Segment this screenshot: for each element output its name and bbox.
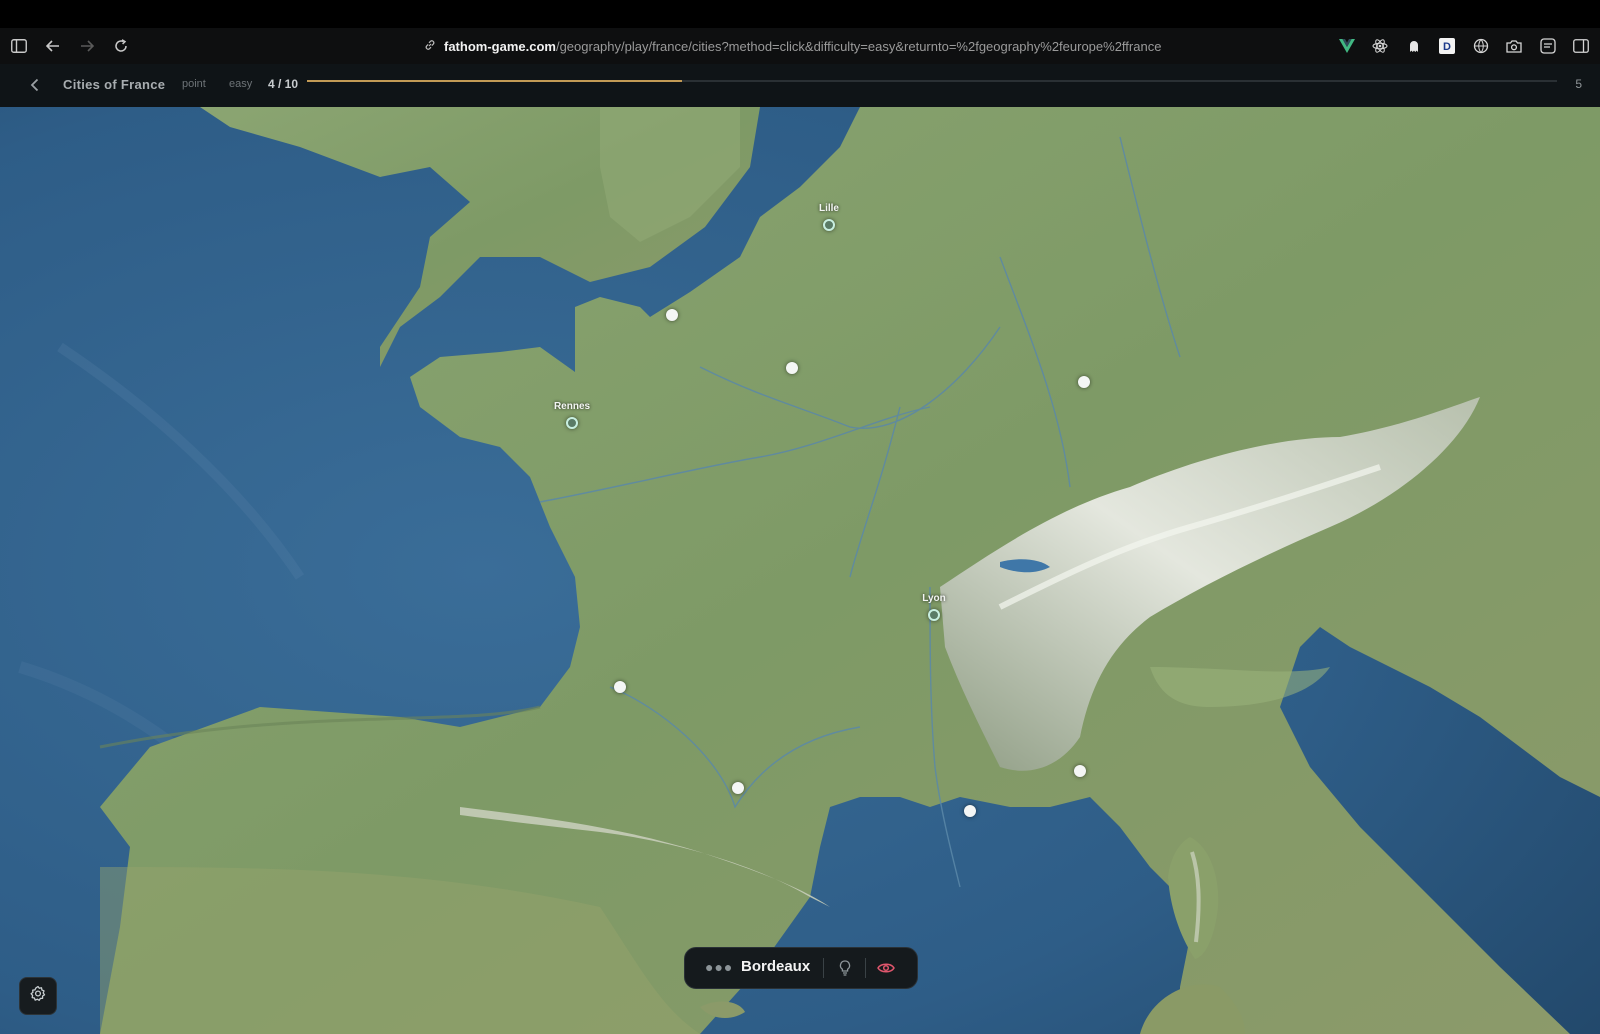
city-marker[interactable] — [786, 362, 798, 374]
quiz-mode[interactable]: point — [182, 78, 206, 90]
back-chevron-icon[interactable] — [22, 72, 48, 98]
svg-text:D: D — [1443, 41, 1451, 53]
settings-button[interactable] — [19, 977, 57, 1015]
lightbulb-icon[interactable] — [831, 954, 859, 982]
divider — [823, 958, 824, 978]
eye-icon[interactable] — [871, 954, 901, 982]
city-marker[interactable] — [666, 309, 678, 321]
screenshot-camera-icon[interactable] — [1505, 37, 1523, 55]
translate-globe-icon[interactable] — [1472, 37, 1490, 55]
city-marker-rennes[interactable] — [566, 417, 578, 429]
menu-dots-icon[interactable]: ●●● — [705, 959, 733, 975]
back-arrow-icon[interactable] — [39, 28, 67, 64]
vuejs-devtools-icon[interactable] — [1338, 37, 1356, 55]
address-bar[interactable]: fathom-game.com/geography/play/france/ci… — [424, 28, 1161, 64]
sidebar-toggle-icon[interactable] — [5, 28, 33, 64]
reader-icon[interactable] — [1539, 37, 1557, 55]
city-marker-lyon[interactable] — [928, 609, 940, 621]
divider — [865, 958, 866, 978]
browser-toolbar: fathom-game.com/geography/play/france/ci… — [0, 28, 1600, 64]
map-canvas[interactable]: Lille Rennes Lyon — [0, 107, 1600, 1034]
progress-fill — [307, 80, 682, 82]
city-marker[interactable] — [964, 805, 976, 817]
city-label-lille: Lille — [818, 203, 840, 214]
gear-icon — [29, 985, 47, 1008]
city-marker-lille[interactable] — [823, 219, 835, 231]
progress-bar — [307, 80, 1557, 82]
game-header: Cities of France point easy 4 / 10 5 — [0, 64, 1600, 107]
ghost-extension-icon[interactable] — [1405, 37, 1423, 55]
p-extension-icon[interactable]: D — [1438, 37, 1456, 55]
target-city-prompt: ●●● Bordeaux — [684, 947, 918, 989]
city-marker[interactable] — [614, 681, 626, 693]
terrain-map[interactable] — [0, 107, 1600, 1034]
reload-icon[interactable] — [107, 28, 135, 64]
city-marker[interactable] — [1074, 765, 1086, 777]
react-devtools-icon[interactable] — [1371, 37, 1389, 55]
city-label-rennes: Rennes — [553, 401, 591, 412]
progress-count: 4 / 10 — [268, 77, 299, 91]
forward-arrow-icon[interactable] — [73, 28, 101, 64]
quiz-title: Cities of France — [63, 77, 166, 92]
url-host: fathom-game.com — [444, 38, 556, 54]
header-right-value: 5 — [1575, 77, 1582, 91]
city-marker[interactable] — [732, 782, 744, 794]
url-path: /geography/play/france/cities?method=cli… — [555, 38, 1162, 54]
city-label-lyon: Lyon — [922, 593, 946, 604]
link-icon — [424, 39, 436, 54]
window-top-strip — [0, 0, 1600, 28]
target-city-name: Bordeaux — [741, 958, 811, 975]
split-view-icon[interactable] — [1572, 37, 1590, 55]
city-marker[interactable] — [1078, 376, 1090, 388]
quiz-difficulty[interactable]: easy — [229, 78, 252, 90]
